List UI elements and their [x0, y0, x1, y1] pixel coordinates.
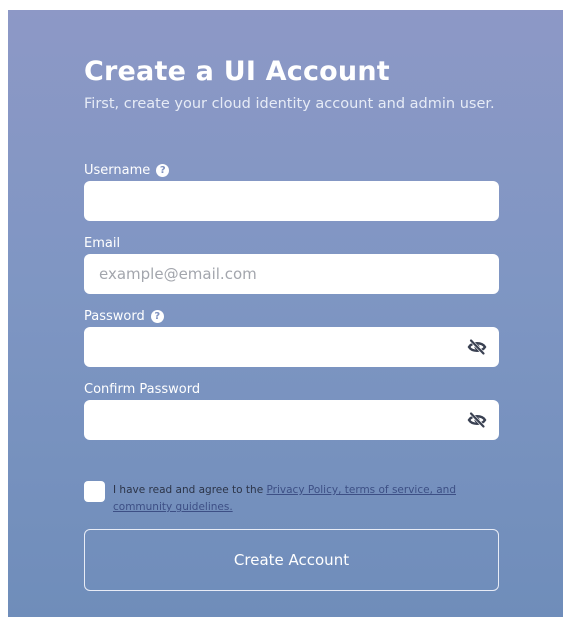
username-field-container	[84, 181, 499, 221]
password-input[interactable]	[84, 327, 499, 367]
page-title: Create a UI Account	[84, 56, 390, 87]
email-field-container	[84, 254, 499, 294]
username-input[interactable]	[84, 181, 499, 221]
eye-slash-icon[interactable]	[467, 410, 487, 430]
agreement-text: I have read and agree to the Privacy Pol…	[113, 482, 503, 516]
confirm-password-label-group: Confirm Password	[84, 382, 200, 397]
confirm-password-input[interactable]	[84, 400, 499, 440]
email-label: Email	[84, 236, 121, 251]
page-subtitle: First, create your cloud identity accoun…	[84, 96, 495, 112]
username-label: Username	[84, 163, 151, 178]
username-label-group: Username ?	[84, 163, 170, 178]
agreement-checkbox[interactable]	[84, 481, 105, 502]
agreement-prefix: I have read and agree to the	[113, 484, 267, 496]
create-account-button[interactable]: Create Account	[84, 529, 499, 591]
password-field-container	[84, 327, 499, 367]
eye-slash-icon[interactable]	[467, 337, 487, 357]
password-label: Password	[84, 309, 145, 324]
password-label-group: Password ?	[84, 309, 164, 324]
confirm-password-label: Confirm Password	[84, 382, 201, 397]
password-help-icon[interactable]: ?	[150, 310, 164, 323]
confirm-password-field-container	[84, 400, 499, 440]
email-input[interactable]	[84, 254, 499, 294]
email-label-group: Email	[84, 236, 120, 251]
username-help-icon[interactable]: ?	[156, 164, 170, 177]
